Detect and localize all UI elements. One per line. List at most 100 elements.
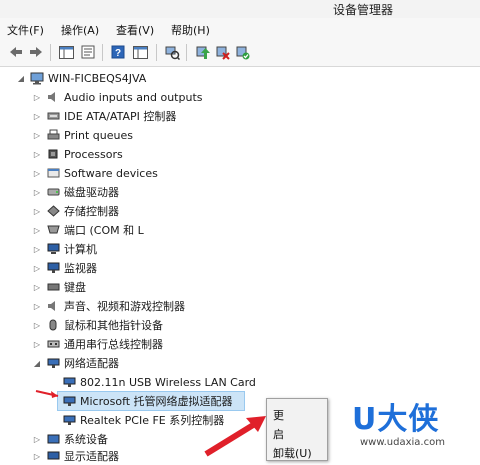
display-adapter-icon bbox=[46, 449, 60, 463]
network-device-wireless[interactable]: 802.11n USB Wireless LAN Card bbox=[58, 373, 256, 391]
mouse-icon bbox=[46, 318, 60, 332]
pointer-arrow-icon bbox=[204, 416, 266, 457]
collapse-arrow-icon[interactable]: ◢ bbox=[32, 359, 42, 368]
network-card-icon bbox=[62, 413, 76, 427]
enable-device-icon[interactable] bbox=[234, 44, 250, 60]
network-device-hosted-virtual[interactable]: Microsoft 托管网络虚拟适配器 bbox=[57, 391, 245, 411]
category-label: 显示适配器 bbox=[64, 450, 119, 463]
expand-arrow-icon[interactable]: ▷ bbox=[32, 112, 42, 121]
category-system-devices[interactable]: ▷ 系统设备 bbox=[32, 430, 108, 448]
help-icon[interactable]: ? bbox=[110, 44, 126, 60]
expand-arrow-icon[interactable]: ▷ bbox=[32, 150, 42, 159]
expand-arrow-icon[interactable]: ▷ bbox=[32, 264, 42, 273]
update-driver-icon[interactable] bbox=[194, 44, 210, 60]
back-icon[interactable] bbox=[8, 44, 24, 60]
collapse-arrow-icon[interactable]: ◢ bbox=[16, 74, 26, 83]
svg-text:?: ? bbox=[115, 48, 121, 59]
computer-icon bbox=[30, 71, 44, 85]
keyboard-icon bbox=[46, 280, 60, 294]
usb-icon bbox=[46, 337, 60, 351]
category-label: IDE ATA/ATAPI 控制器 bbox=[64, 110, 177, 123]
category-mice[interactable]: ▷ 鼠标和其他指针设备 bbox=[32, 316, 163, 334]
category-label: 存储控制器 bbox=[64, 205, 119, 218]
category-computer[interactable]: ▷ 计算机 bbox=[32, 240, 97, 258]
watermark: U大侠 www.udaxia.com bbox=[346, 392, 480, 459]
category-print-queues[interactable]: ▷ Print queues bbox=[32, 126, 133, 144]
scan-hardware-icon[interactable] bbox=[164, 44, 180, 60]
menu-help[interactable]: 帮助(H) bbox=[171, 22, 210, 38]
category-keyboards[interactable]: ▷ 键盘 bbox=[32, 278, 86, 296]
expand-arrow-icon[interactable]: ▷ bbox=[32, 226, 42, 235]
expand-arrow-icon[interactable]: ▷ bbox=[32, 302, 42, 311]
expand-arrow-icon[interactable]: ▷ bbox=[32, 283, 42, 292]
category-disk-drives[interactable]: ▷ 磁盘驱动器 bbox=[32, 183, 119, 201]
category-label: 网络适配器 bbox=[64, 357, 119, 370]
category-usb[interactable]: ▷ 通用串行总线控制器 bbox=[32, 335, 163, 353]
menu-file[interactable]: 文件(F) bbox=[7, 22, 44, 38]
device-label: 802.11n USB Wireless LAN Card bbox=[80, 375, 256, 389]
printer-icon bbox=[46, 128, 60, 142]
category-label: 系统设备 bbox=[64, 433, 108, 446]
category-storage-controllers[interactable]: ▷ 存储控制器 bbox=[32, 202, 119, 220]
expand-arrow-icon[interactable]: ▷ bbox=[32, 131, 42, 140]
expand-arrow-icon[interactable]: ▷ bbox=[32, 207, 42, 216]
disk-drive-icon bbox=[46, 185, 60, 199]
watermark-url: www.udaxia.com bbox=[360, 437, 445, 448]
toolbar-separator bbox=[50, 44, 51, 61]
network-card-icon bbox=[62, 394, 76, 408]
forward-icon[interactable] bbox=[28, 44, 44, 60]
category-label: 通用串行总线控制器 bbox=[64, 338, 163, 351]
sound-icon bbox=[46, 299, 60, 313]
properties-icon[interactable] bbox=[80, 44, 96, 60]
disable-device-icon[interactable] bbox=[214, 44, 230, 60]
expand-arrow-icon[interactable]: ▷ bbox=[32, 169, 42, 178]
category-software-devices[interactable]: ▷ Software devices bbox=[32, 164, 158, 182]
toolbar-separator bbox=[156, 44, 157, 61]
ide-controller-icon bbox=[46, 109, 60, 123]
category-ide[interactable]: ▷ IDE ATA/ATAPI 控制器 bbox=[32, 107, 176, 125]
category-sound[interactable]: ▷ 声音、视频和游戏控制器 bbox=[32, 297, 185, 315]
toolbar-separator bbox=[186, 44, 187, 61]
tree-root[interactable]: ◢ WIN-FICBEQS4JVA bbox=[16, 69, 146, 87]
console-tree-icon[interactable] bbox=[58, 44, 74, 60]
expand-arrow-icon[interactable]: ▷ bbox=[32, 435, 42, 444]
category-label: 声音、视频和游戏控制器 bbox=[64, 300, 185, 313]
expand-arrow-icon[interactable]: ▷ bbox=[32, 321, 42, 330]
menu-view[interactable]: 查看(V) bbox=[116, 22, 154, 38]
toolbar-separator bbox=[102, 44, 103, 61]
context-update-driver[interactable]: 更 bbox=[273, 407, 284, 423]
window-title: 设备管理器 bbox=[333, 3, 394, 17]
context-enable-device[interactable]: 启 bbox=[273, 426, 284, 442]
category-network-adapters[interactable]: ◢ 网络适配器 bbox=[32, 354, 119, 372]
context-menu: 更 启 卸载(U) bbox=[266, 398, 328, 461]
category-label: 键盘 bbox=[64, 281, 86, 294]
category-label: Processors bbox=[64, 147, 123, 161]
storage-controller-icon bbox=[46, 204, 60, 218]
speaker-icon bbox=[46, 90, 60, 104]
watermark-logo: U大侠 bbox=[352, 402, 440, 437]
computer-name: WIN-FICBEQS4JVA bbox=[48, 71, 147, 85]
menu-action[interactable]: 操作(A) bbox=[61, 22, 99, 38]
category-label: 鼠标和其他指针设备 bbox=[64, 319, 163, 332]
menu-bar: 文件(F) 操作(A) 查看(V) 帮助(H) bbox=[0, 18, 480, 41]
category-label: 计算机 bbox=[64, 243, 97, 256]
expand-arrow-icon[interactable]: ▷ bbox=[32, 245, 42, 254]
category-audio[interactable]: ▷ Audio inputs and outputs bbox=[32, 88, 203, 106]
toolbar: ? bbox=[0, 40, 480, 67]
expand-arrow-icon[interactable]: ▷ bbox=[32, 188, 42, 197]
computer-icon bbox=[46, 242, 60, 256]
expand-arrow-icon[interactable]: ▷ bbox=[32, 93, 42, 102]
category-processors[interactable]: ▷ Processors bbox=[32, 145, 123, 163]
expand-arrow-icon[interactable]: ▷ bbox=[32, 452, 42, 461]
expand-arrow-icon[interactable]: ▷ bbox=[32, 340, 42, 349]
show-hidden-icon[interactable] bbox=[132, 44, 148, 60]
category-ports[interactable]: ▷ 端口 (COM 和 L bbox=[32, 221, 144, 239]
category-monitors[interactable]: ▷ 监视器 bbox=[32, 259, 97, 277]
category-label: Print queues bbox=[64, 128, 133, 142]
system-device-icon bbox=[46, 432, 60, 446]
category-label: Software devices bbox=[64, 166, 158, 180]
category-display-adapters[interactable]: ▷ 显示适配器 bbox=[32, 447, 119, 465]
pointer-arrow-icon bbox=[35, 390, 59, 398]
category-label: 磁盘驱动器 bbox=[64, 186, 119, 199]
network-card-icon bbox=[62, 375, 76, 389]
